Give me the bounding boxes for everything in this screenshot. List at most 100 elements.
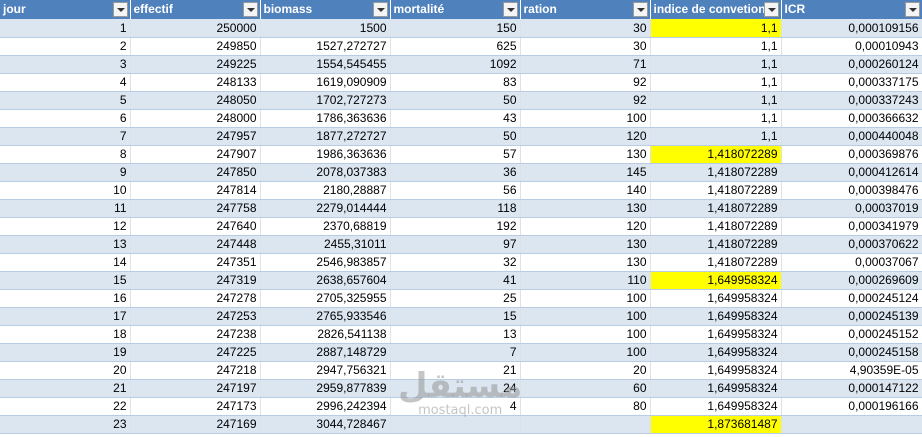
table-cell[interactable]: 248133 [130,73,261,92]
table-cell[interactable]: 247850 [130,163,261,182]
table-cell[interactable]: 100 [520,289,651,308]
table-cell[interactable]: 247278 [130,289,261,308]
table-cell[interactable]: 2887,148729 [260,343,391,362]
table-cell[interactable]: 1,418072289 [650,217,782,236]
table-cell[interactable]: 1500 [260,19,391,38]
table-cell[interactable]: 1,418072289 [650,163,782,182]
table-cell[interactable]: 8 [0,145,131,164]
table-cell[interactable]: 1 [0,19,131,38]
table-cell[interactable]: 118 [390,199,521,218]
table-cell[interactable]: 0,000369876 [781,145,922,164]
table-cell[interactable]: 4 [390,397,521,416]
table-cell[interactable]: 1,1 [650,37,782,56]
column-header[interactable]: indice de convetion [650,0,782,19]
table-cell[interactable]: 0,000370622 [781,235,922,254]
table-cell[interactable]: 0,000245124 [781,289,922,308]
table-cell[interactable]: 192 [390,217,521,236]
table-cell[interactable]: 1,418072289 [650,235,782,254]
table-cell[interactable]: 0,00010943 [781,37,922,56]
table-cell[interactable]: 247253 [130,307,261,326]
table-cell[interactable]: 23 [0,415,131,434]
table-cell[interactable]: 92 [520,91,651,110]
table-cell[interactable]: 1,1 [650,73,782,92]
table-cell[interactable]: 0,000260124 [781,55,922,74]
table-cell[interactable]: 11 [0,199,131,218]
table-cell[interactable]: 1,649958324 [650,289,782,308]
table-cell[interactable]: 247957 [130,127,261,146]
table-cell[interactable]: 249225 [130,55,261,74]
table-cell[interactable]: 120 [520,217,651,236]
table-cell[interactable]: 247238 [130,325,261,344]
table-cell[interactable]: 2638,657604 [260,271,391,290]
table-cell[interactable]: 18 [0,325,131,344]
table-cell[interactable]: 0,000245139 [781,307,922,326]
table-cell[interactable]: 1,1 [650,91,782,110]
filter-dropdown-icon[interactable] [502,2,518,17]
filter-dropdown-icon[interactable] [242,2,258,17]
table-cell[interactable]: 43 [390,109,521,128]
table-cell[interactable]: 0,000337175 [781,73,922,92]
table-cell[interactable] [781,415,922,434]
table-cell[interactable]: 2996,242394 [260,397,391,416]
table-cell[interactable]: 60 [520,379,651,398]
table-cell[interactable]: 19 [0,343,131,362]
table-cell[interactable]: 15 [390,307,521,326]
table-cell[interactable]: 71 [520,55,651,74]
table-cell[interactable]: 120 [520,127,651,146]
table-cell[interactable]: 92 [520,73,651,92]
table-cell[interactable]: 100 [520,109,651,128]
table-cell[interactable]: 50 [390,91,521,110]
table-cell[interactable]: 247907 [130,145,261,164]
table-cell[interactable]: 130 [520,199,651,218]
filter-dropdown-icon[interactable] [372,2,388,17]
table-cell[interactable]: 247319 [130,271,261,290]
table-cell[interactable]: 0,000109156 [781,19,922,38]
table-cell[interactable]: 1,418072289 [650,145,782,164]
table-cell[interactable]: 1786,363636 [260,109,391,128]
table-cell[interactable]: 1,873681487 [650,415,782,434]
table-cell[interactable] [520,415,651,434]
table-cell[interactable]: 20 [0,361,131,380]
table-cell[interactable]: 100 [520,343,651,362]
table-cell[interactable]: 1,1 [650,19,782,38]
table-cell[interactable]: 2078,037383 [260,163,391,182]
table-cell[interactable]: 17 [0,307,131,326]
table-cell[interactable]: 1,649958324 [650,361,782,380]
table-cell[interactable]: 0,000398476 [781,181,922,200]
table-cell[interactable]: 21 [390,361,521,380]
table-cell[interactable]: 30 [520,37,651,56]
table-cell[interactable]: 2705,325955 [260,289,391,308]
table-cell[interactable]: 2 [0,37,131,56]
table-cell[interactable]: 5 [0,91,131,110]
table-cell[interactable]: 2959,877839 [260,379,391,398]
table-cell[interactable]: 100 [520,307,651,326]
table-cell[interactable]: 2765,933546 [260,307,391,326]
table-cell[interactable]: 97 [390,235,521,254]
column-header[interactable]: biomass [260,0,391,19]
table-cell[interactable]: 247173 [130,397,261,416]
table-cell[interactable]: 1,649958324 [650,343,782,362]
table-cell[interactable]: 0,00037019 [781,199,922,218]
table-cell[interactable]: 1,649958324 [650,271,782,290]
table-cell[interactable]: 1877,272727 [260,127,391,146]
table-cell[interactable]: 0,000341979 [781,217,922,236]
table-cell[interactable]: 2180,28887 [260,181,391,200]
table-cell[interactable]: 150 [390,19,521,38]
table-cell[interactable] [390,415,521,434]
table-cell[interactable]: 21 [0,379,131,398]
table-cell[interactable]: 2370,68819 [260,217,391,236]
table-cell[interactable]: 10 [0,181,131,200]
table-cell[interactable]: 140 [520,181,651,200]
table-cell[interactable]: 248050 [130,91,261,110]
table-cell[interactable]: 50 [390,127,521,146]
table-cell[interactable]: 0,000147122 [781,379,922,398]
table-cell[interactable]: 1092 [390,55,521,74]
table-cell[interactable]: 247169 [130,415,261,434]
table-cell[interactable]: 30 [520,19,651,38]
table-cell[interactable]: 249850 [130,37,261,56]
table-cell[interactable]: 247814 [130,181,261,200]
table-cell[interactable]: 1527,272727 [260,37,391,56]
table-cell[interactable]: 1,649958324 [650,397,782,416]
table-cell[interactable]: 0,000366632 [781,109,922,128]
table-cell[interactable]: 24 [390,379,521,398]
